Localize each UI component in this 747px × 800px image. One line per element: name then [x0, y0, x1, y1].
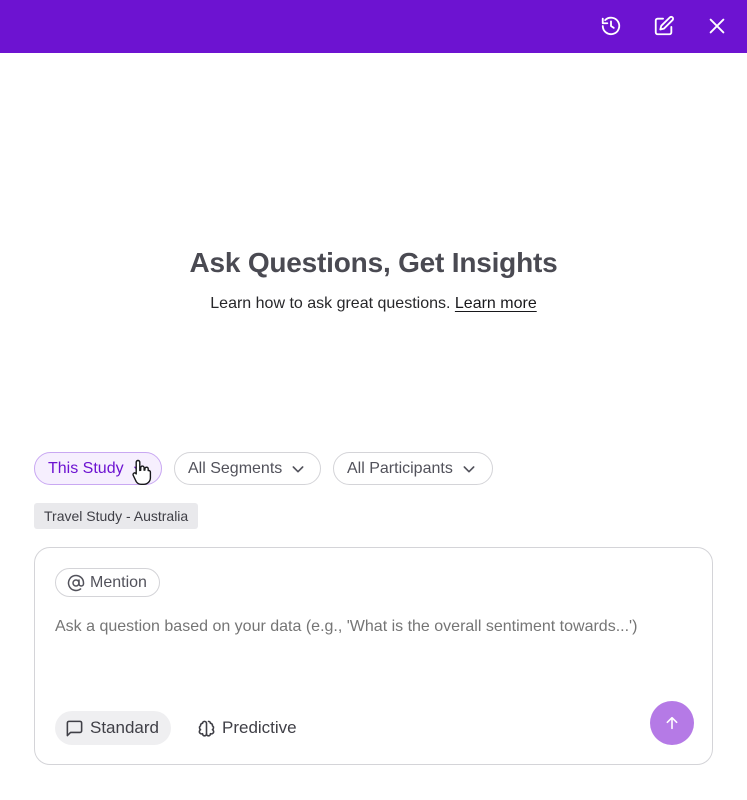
question-input[interactable] [55, 618, 700, 636]
page-subtitle: Learn how to ask great questions. Learn … [0, 295, 747, 313]
predictive-mode-button[interactable]: Predictive [187, 711, 309, 745]
subtitle-text: Learn how to ask great questions. [210, 295, 451, 312]
predictive-mode-label: Predictive [222, 718, 297, 737]
mention-button[interactable]: Mention [55, 568, 160, 597]
close-icon [709, 18, 725, 34]
chevron-down-icon [292, 465, 304, 472]
edit-icon [654, 15, 674, 36]
top-bar [0, 0, 747, 53]
segments-filter-chip[interactable]: All Segments [174, 452, 321, 485]
chevron-down-icon [133, 466, 144, 472]
at-sign-icon [67, 574, 85, 591]
send-button[interactable] [650, 701, 694, 745]
participants-filter-label: All Participants [347, 459, 453, 477]
question-composer: Mention Standard Predictive [34, 547, 713, 765]
message-square-icon [66, 720, 83, 736]
mention-label: Mention [90, 573, 147, 591]
segments-filter-label: All Segments [188, 459, 283, 477]
scope-filter-label: This Study [48, 459, 124, 477]
history-icon [601, 16, 621, 36]
page-title: Ask Questions, Get Insights [189, 247, 558, 278]
close-button[interactable] [704, 13, 730, 39]
arrow-up-icon [666, 716, 678, 730]
selected-study-tag: Travel Study - Australia [34, 503, 199, 529]
learn-more-link[interactable]: Learn more [455, 295, 537, 312]
standard-mode-button[interactable]: Standard [55, 711, 171, 745]
history-button[interactable] [598, 13, 624, 39]
chevron-down-icon [463, 465, 475, 472]
new-chat-button[interactable] [651, 13, 677, 39]
brain-icon [198, 720, 215, 737]
standard-mode-label: Standard [90, 718, 159, 737]
scope-filter-chip[interactable]: This Study [34, 452, 162, 485]
participants-filter-chip[interactable]: All Participants [333, 452, 493, 485]
